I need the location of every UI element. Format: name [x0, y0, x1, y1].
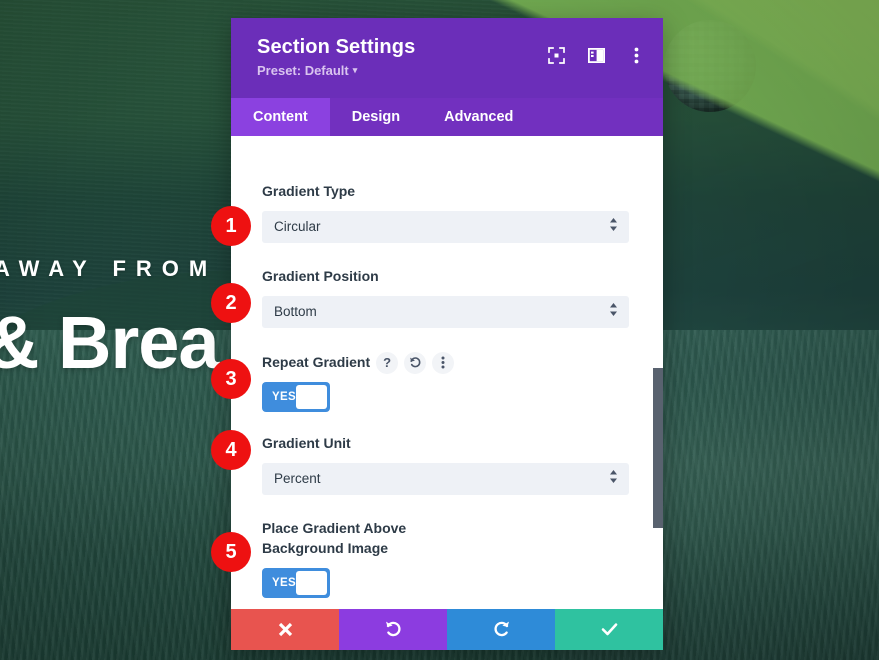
field-label: Gradient Position	[262, 267, 379, 284]
field-label: Gradient Unit	[262, 434, 351, 451]
help-icon[interactable]: ?	[376, 351, 399, 374]
save-button[interactable]	[555, 609, 663, 650]
modal-header-icons	[547, 46, 645, 64]
modal-scrollbar-thumb[interactable]	[653, 368, 663, 528]
tab-advanced[interactable]: Advanced	[422, 98, 535, 136]
repeat-gradient-toggle[interactable]: YES	[262, 381, 330, 412]
gradient-unit-select[interactable]: Percent	[262, 462, 629, 495]
tab-content[interactable]: Content	[231, 98, 330, 136]
screen: AWAY FROM & Brea Section Settings Preset…	[0, 0, 879, 660]
toggle-knob	[296, 384, 327, 409]
field-label: Gradient Type	[262, 183, 356, 199]
layout-panel-icon[interactable]	[587, 46, 605, 64]
gradient-position-value[interactable]: Bottom	[262, 295, 629, 328]
toggle-label: YES	[272, 390, 296, 403]
field-gradient-type: Gradient Type Circular	[262, 182, 629, 243]
chevron-down-icon: ▾	[352, 65, 358, 75]
more-options-icon[interactable]	[432, 351, 455, 374]
more-options-icon[interactable]	[627, 46, 645, 64]
field-gradient-unit: Gradient Unit Percent	[262, 434, 629, 495]
cancel-button[interactable]	[231, 609, 339, 650]
close-icon	[277, 621, 294, 638]
field-gradient-position: Gradient Position Bottom	[262, 267, 629, 328]
field-repeat-gradient: Repeat Gradient ? YES	[262, 351, 629, 412]
gradient-type-value[interactable]: Circular	[262, 210, 629, 243]
undo-button[interactable]	[339, 609, 447, 650]
preset-label: Preset: Default	[257, 63, 349, 78]
expand-focus-icon[interactable]	[547, 46, 565, 64]
toggle-label: YES	[272, 577, 296, 590]
modal-header: Section Settings Preset: Default ▾	[231, 18, 663, 98]
reset-icon[interactable]	[404, 351, 427, 374]
place-gradient-above-toggle[interactable]: YES	[262, 568, 330, 599]
gradient-unit-value[interactable]: Percent	[262, 462, 629, 495]
annotation-badge-1: 1	[211, 206, 251, 246]
hero-title-text: & Brea	[0, 301, 220, 384]
undo-icon	[384, 620, 403, 639]
annotation-badge-2: 2	[211, 283, 251, 323]
field-place-gradient-above: Place Gradient Above Background Image YE…	[262, 519, 629, 599]
annotation-badge-5: 5	[211, 532, 251, 572]
hero-kicker-text: AWAY FROM	[0, 256, 218, 281]
tab-design[interactable]: Design	[330, 98, 422, 136]
redo-button[interactable]	[447, 609, 555, 650]
modal-body: Gradient Type Circular Gradient Position	[231, 136, 663, 609]
modal-footer	[231, 609, 663, 650]
section-settings-modal: Section Settings Preset: Default ▾ Conte…	[231, 18, 663, 650]
redo-icon	[492, 620, 511, 639]
toggle-knob	[296, 571, 327, 596]
check-icon	[600, 620, 619, 639]
preset-dropdown[interactable]: Preset: Default ▾	[257, 63, 357, 78]
field-label: Place Gradient Above Background Image	[262, 519, 407, 556]
annotation-badge-4: 4	[211, 430, 251, 470]
field-label: Repeat Gradient ?	[262, 351, 629, 374]
annotation-badge-3: 3	[211, 359, 251, 399]
gradient-position-select[interactable]: Bottom	[262, 295, 629, 328]
modal-tabs: Content Design Advanced	[231, 98, 663, 136]
gradient-type-select[interactable]: Circular	[262, 210, 629, 243]
